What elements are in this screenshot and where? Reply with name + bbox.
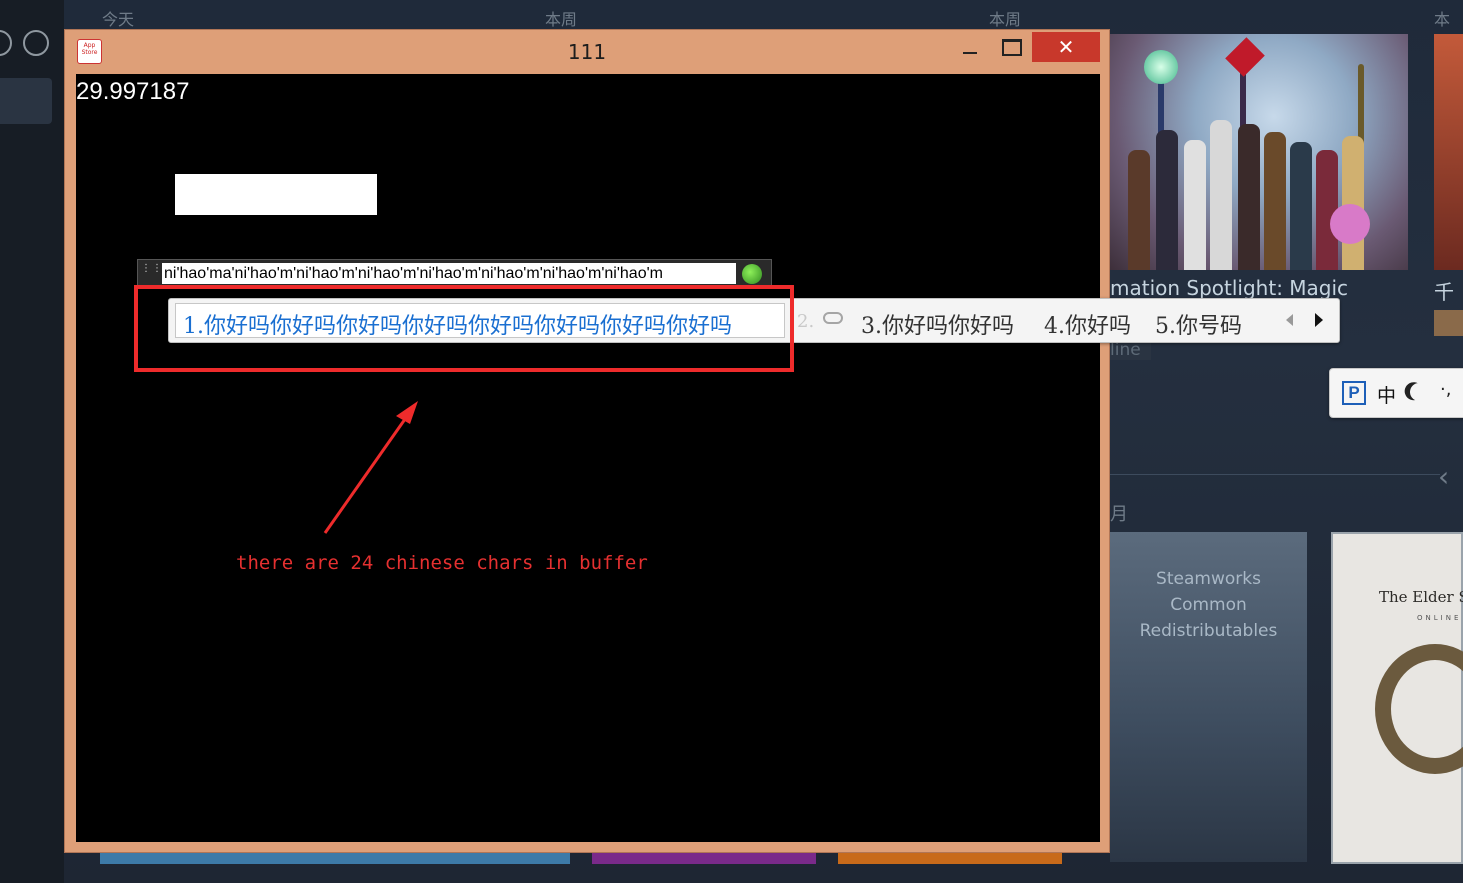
drag-handle-icon[interactable]: ⋮⋮⋮	[141, 264, 173, 278]
play-icon[interactable]	[23, 30, 49, 56]
pinyin-logo-icon[interactable]: P	[1342, 381, 1366, 405]
online-label: line	[1110, 340, 1151, 360]
candidate-4[interactable]: 4.你好吗	[1044, 308, 1131, 340]
moon-icon[interactable]	[1407, 380, 1432, 405]
month-label: 月	[1110, 504, 1128, 525]
card-line-3: Redistributables	[1139, 621, 1278, 641]
cloud-icon	[823, 312, 843, 324]
bottom-thumb-3[interactable]	[838, 852, 1062, 864]
next-page-icon[interactable]	[1315, 313, 1323, 327]
eso-subtitle: ONLINE	[1417, 614, 1462, 622]
ime-status-toolbar: P 中 ·,	[1329, 368, 1463, 418]
steamworks-card[interactable]: Steamworks Common Redistributables	[1110, 532, 1307, 862]
annotation-text: there are 24 chinese chars in buffer	[236, 552, 648, 574]
minimize-button[interactable]	[953, 32, 987, 62]
card-line-2: Common	[1170, 595, 1247, 615]
prev-page-icon[interactable]	[1286, 314, 1293, 326]
game-spotlight-image[interactable]	[1110, 34, 1408, 270]
bottom-thumb-1[interactable]	[100, 852, 570, 864]
elder-scrolls-card[interactable]: The Elder S ONLINE	[1331, 532, 1463, 864]
filter-icon[interactable]	[0, 78, 52, 124]
leaf-icon	[742, 264, 762, 284]
eso-logo	[1375, 644, 1463, 774]
punctuation-toggle[interactable]: ·,	[1440, 379, 1451, 400]
section-divider	[1110, 474, 1440, 475]
ime-composition-window: ⋮⋮⋮ ni'hao'ma'ni'hao'm'ni'hao'm'ni'hao'm…	[137, 259, 772, 286]
back-icon[interactable]	[0, 30, 12, 56]
eso-title: The Elder S	[1379, 588, 1463, 606]
date-this-week: 本周	[545, 10, 578, 29]
carousel-prev-icon[interactable]: ‹	[1438, 460, 1449, 493]
steam-left-rail	[0, 0, 64, 883]
date-this-week-2: 本周	[989, 10, 1022, 29]
candidate-3[interactable]: 3.你好吗你好吗	[861, 308, 1014, 340]
maximize-button[interactable]	[995, 32, 1029, 62]
game-small-icon	[1434, 310, 1463, 336]
card-line-1: Steamworks	[1156, 569, 1261, 589]
candidate-2[interactable]: 2.	[797, 311, 814, 332]
annotation-highlight-box	[134, 285, 794, 372]
bottom-thumb-2[interactable]	[592, 852, 816, 864]
input-mode-toggle[interactable]: 中	[1377, 381, 1396, 408]
date-today: 今天	[102, 10, 135, 29]
app-window: App Store 111 ✕ 29.997187 ⋮⋮⋮ ni'hao'ma'…	[64, 29, 1340, 853]
game-spotlight-image-2[interactable]	[1434, 34, 1463, 270]
title-bar[interactable]: App Store 111 ✕	[65, 30, 1109, 74]
spotlight-title[interactable]: mation Spotlight: Magic	[1110, 276, 1348, 300]
fps-counter: 29.997187	[76, 78, 190, 105]
ime-composition-text: ni'hao'ma'ni'hao'm'ni'hao'm'ni'hao'm'ni'…	[162, 263, 736, 284]
text-input-box[interactable]	[175, 174, 377, 215]
spotlight-title-2[interactable]: 千	[1434, 276, 1454, 305]
close-button[interactable]: ✕	[1032, 32, 1100, 62]
render-area[interactable]: 29.997187 ⋮⋮⋮ ni'hao'ma'ni'hao'm'ni'hao'…	[76, 74, 1340, 842]
candidate-5[interactable]: 5.你号码	[1155, 308, 1242, 340]
